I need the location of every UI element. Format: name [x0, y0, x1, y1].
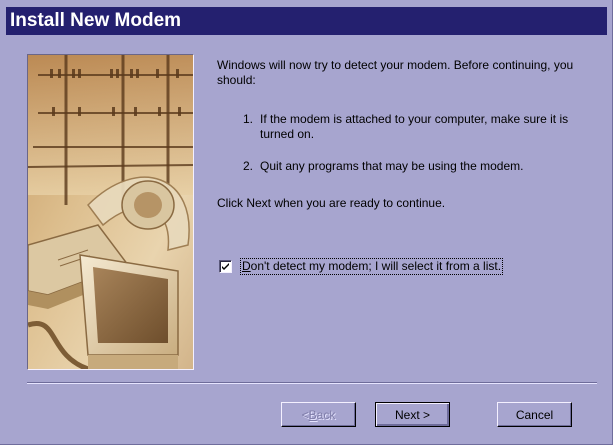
- list-item: 1. If the modem is attached to your comp…: [217, 112, 587, 142]
- continue-text: Click Next when you are ready to continu…: [217, 196, 446, 210]
- modem-illustration-icon: [27, 54, 194, 370]
- install-new-modem-dialog: Install New Modem Windows will now try t…: [0, 0, 613, 445]
- dialog-separator: [27, 382, 597, 384]
- cancel-button[interactable]: Cancel: [497, 402, 572, 427]
- step-text: Quit any programs that may be using the …: [260, 159, 524, 173]
- next-button[interactable]: Next >: [375, 402, 450, 427]
- checkmark-icon: [222, 263, 229, 270]
- dont-detect-checkbox-label[interactable]: Don't detect my modem; I will select it …: [239, 258, 504, 275]
- step-number: 1.: [243, 112, 254, 126]
- instructions-panel: Windows will now try to detect your mode…: [217, 58, 587, 211]
- dont-detect-checkbox[interactable]: [219, 260, 232, 273]
- page-title: Install New Modem: [6, 7, 607, 35]
- back-button[interactable]: < Back: [281, 402, 356, 427]
- list-item: 2. Quit any programs that may be using t…: [217, 159, 587, 174]
- dont-detect-checkbox-row[interactable]: Don't detect my modem; I will select it …: [219, 258, 504, 275]
- step-text: If the modem is attached to your compute…: [260, 112, 569, 141]
- steps-list: 1. If the modem is attached to your comp…: [217, 112, 587, 174]
- step-number: 2.: [243, 159, 254, 173]
- intro-text: Windows will now try to detect your mode…: [217, 58, 574, 87]
